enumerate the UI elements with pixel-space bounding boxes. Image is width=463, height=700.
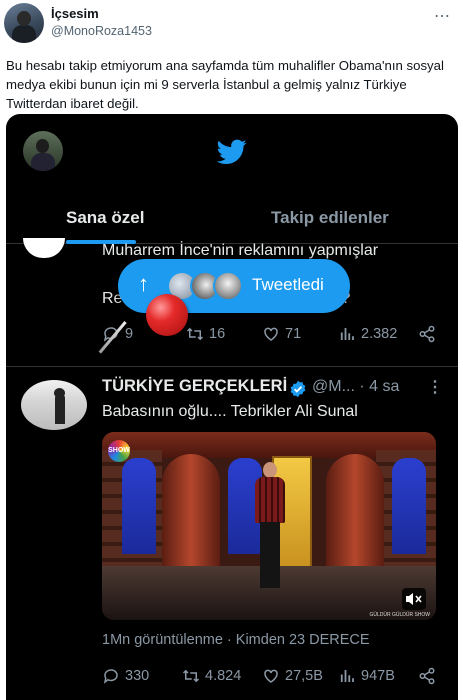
- views-button[interactable]: 2.382: [338, 325, 397, 343]
- avatar: [213, 271, 243, 301]
- stage-window: [392, 458, 426, 554]
- more-options-icon[interactable]: ⋯: [434, 6, 451, 26]
- display-name[interactable]: İçsesim: [51, 6, 99, 21]
- retweet-button[interactable]: 4.824: [182, 667, 241, 685]
- avatar[interactable]: [4, 3, 44, 43]
- retweet-icon: [182, 669, 200, 683]
- stage-window: [122, 458, 156, 554]
- reply-count: 9: [125, 326, 134, 342]
- reply-button[interactable]: 330: [102, 667, 149, 685]
- pill-label: Tweetledi: [252, 275, 324, 294]
- avatar[interactable]: [21, 380, 87, 430]
- pushpin-icon: [146, 294, 188, 336]
- video-watermark: GÜLDÜR GÜLDÜR SHOW: [369, 612, 430, 618]
- view-count: 947B: [361, 668, 395, 684]
- stage-curtain: [162, 454, 220, 572]
- channel-logo: SHOW: [108, 440, 130, 462]
- avatar: [23, 238, 65, 258]
- view-count: 2.382: [361, 326, 398, 342]
- retweet-button[interactable]: 16: [186, 325, 225, 343]
- heart-icon: [264, 327, 278, 341]
- share-icon: [419, 667, 435, 685]
- tweet-author-name[interactable]: TÜRKİYE GERÇEKLERİ: [102, 377, 287, 396]
- previous-tweet-text: Muharrem İnce'nin reklamını yapmışlar: [102, 242, 379, 259]
- tweet-actions: 330 4.824 27,5B 947B: [102, 667, 442, 691]
- stage-curtain: [326, 454, 384, 572]
- tab-for-you[interactable]: Sana özel: [66, 208, 144, 228]
- tweet-text: Bu hesabı takip etmiyorum ana sayfamda t…: [6, 58, 444, 111]
- verified-badge-icon: [290, 380, 306, 398]
- user-handle[interactable]: @MonoRoza1453: [51, 24, 152, 38]
- mute-icon[interactable]: [402, 588, 426, 610]
- share-button[interactable]: [418, 325, 436, 343]
- retweet-count: 4.824: [205, 668, 242, 684]
- like-button[interactable]: 27,5B: [262, 667, 323, 685]
- avatar: [23, 131, 63, 171]
- tweet-text: Babasının oğlu.... Tebrikler Ali Sunal: [102, 403, 358, 420]
- like-count: 27,5B: [285, 668, 323, 684]
- tab-following[interactable]: Takip edilenler: [271, 208, 389, 228]
- like-count: 71: [285, 326, 302, 342]
- video-player[interactable]: SHOW GÜLDÜR GÜLDÜR SHOW: [102, 432, 436, 620]
- share-icon: [419, 325, 435, 343]
- views-source-line: 1Mn görüntülenme · Kimden 23 DERECE: [102, 632, 370, 648]
- retweet-count: 16: [209, 326, 226, 342]
- timeline-tabs: Sana özel Takip edilenler: [6, 196, 458, 244]
- twitter-bird-icon: [217, 139, 247, 164]
- like-button[interactable]: 71: [262, 325, 301, 343]
- reply-count: 330: [125, 668, 150, 684]
- analytics-icon: [340, 670, 354, 682]
- performer: [252, 462, 288, 594]
- embedded-screenshot[interactable]: Sana özel Takip edilenler Muharrem İnce'…: [6, 114, 458, 700]
- share-button[interactable]: [418, 667, 436, 685]
- retweet-icon: [186, 327, 204, 341]
- heart-icon: [264, 669, 278, 683]
- views-button[interactable]: 947B: [338, 667, 395, 685]
- reply-icon: [103, 669, 118, 684]
- tweet-author-handle[interactable]: @M... · 4 sa: [312, 378, 399, 396]
- analytics-icon: [340, 328, 354, 340]
- more-options-icon[interactable]: ⋮: [427, 377, 443, 397]
- outer-tweet: İçsesim @MonoRoza1453 ⋯ Bu hesabı takip …: [0, 0, 463, 700]
- arrow-up-icon: ↑: [138, 271, 149, 296]
- divider: [6, 366, 458, 367]
